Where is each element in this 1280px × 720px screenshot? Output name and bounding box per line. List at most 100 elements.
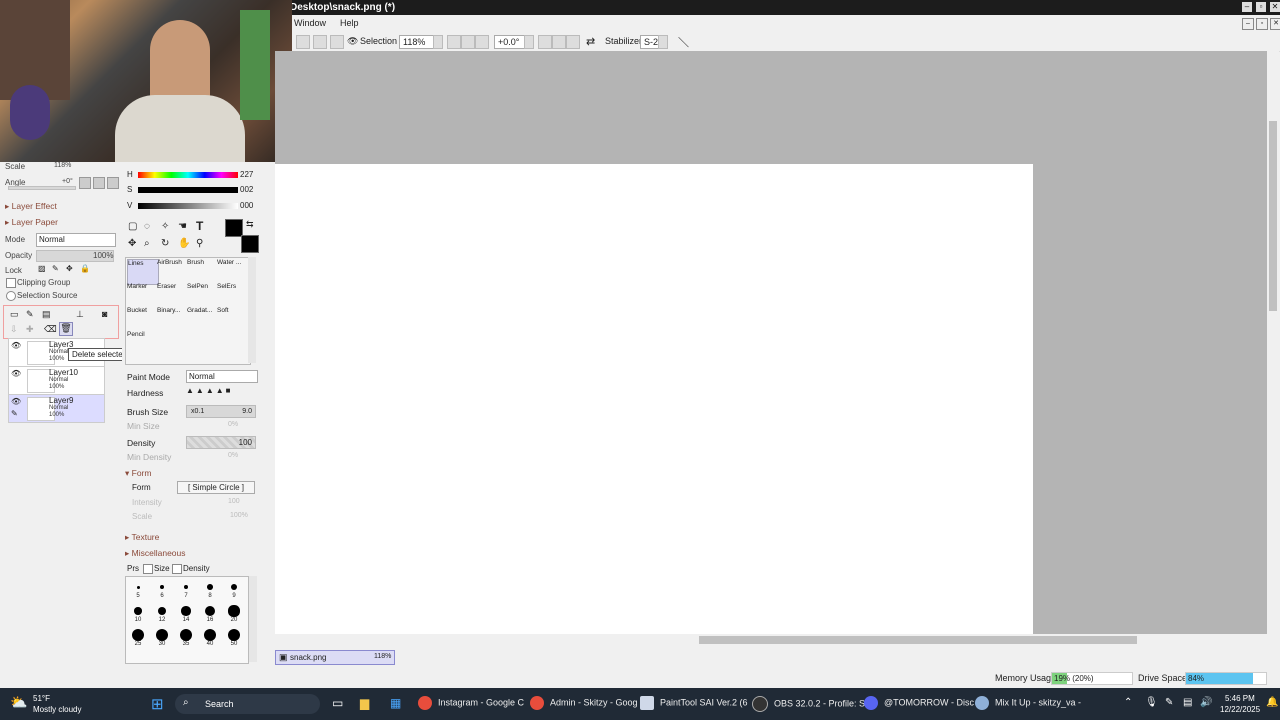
brush-size-dot[interactable] [180, 629, 192, 641]
toolbar-button[interactable] [313, 35, 327, 49]
brush-soft[interactable]: Soft [217, 307, 247, 331]
menu-help[interactable]: Help [340, 18, 359, 28]
hand-scroll-icon[interactable]: ✋ [178, 238, 190, 249]
move-icon[interactable]: ✥ [128, 238, 136, 249]
rotate-button[interactable] [93, 177, 105, 189]
menu-window[interactable]: Window [294, 18, 326, 28]
brush-selers[interactable]: SelErs [217, 283, 247, 307]
density-pressure-checkbox[interactable] [172, 564, 182, 574]
new-folder-icon[interactable]: ▤ [42, 309, 51, 320]
selection-toggle-label[interactable]: Selection [360, 36, 397, 46]
rect-select-icon[interactable]: ▢ [128, 221, 137, 232]
brush-size-dot[interactable] [228, 629, 240, 641]
hardness-selector[interactable]: ▲▲▲▲■ [186, 386, 254, 397]
text-tool-icon[interactable]: T [196, 219, 203, 233]
brush-binary[interactable]: Binary... [157, 307, 187, 331]
combine-icon[interactable]: ✚ [26, 324, 34, 335]
horizontal-scrollbar[interactable] [275, 634, 1267, 646]
doc-minimize-button[interactable]: – [1242, 18, 1254, 30]
minimize-button[interactable]: – [1242, 2, 1252, 12]
paint-mode-select[interactable]: Normal [186, 370, 258, 383]
taskbar-app-discord[interactable]: @TOMORROW - Disc [864, 696, 974, 712]
weather-desc[interactable]: Mostly cloudy [33, 705, 81, 714]
brush-size-slider[interactable]: x0.1 9.0 [186, 405, 256, 418]
file-explorer-icon[interactable]: ▆ [360, 696, 369, 710]
eyedropper-icon[interactable]: ⚲ [196, 238, 203, 249]
zoom-out-button[interactable] [447, 35, 461, 49]
zoom-field[interactable]: 118% [399, 35, 434, 49]
network-icon[interactable]: ▤ [1183, 697, 1192, 708]
horizontal-scroll-thumb[interactable] [699, 636, 1137, 644]
hue-slider[interactable] [138, 172, 238, 178]
notification-bell-icon[interactable]: 🔔 [1266, 697, 1278, 708]
zoom-in-button[interactable] [461, 35, 475, 49]
brush-size-dot[interactable] [157, 606, 167, 616]
drawing-canvas[interactable] [275, 164, 1033, 634]
new-layer-icon[interactable]: ▭ [10, 309, 19, 320]
brush-size-dot[interactable] [204, 605, 216, 617]
store-icon[interactable]: ▦ [390, 696, 401, 710]
brush-gradation[interactable]: Gradat... [187, 307, 217, 331]
zoom-icon[interactable]: ⌕ [144, 238, 150, 249]
toolbar-button[interactable] [296, 35, 310, 49]
toolbar-button[interactable] [330, 35, 344, 49]
tray-chevron-icon[interactable]: ⌃ [1124, 697, 1132, 708]
brush-size-dot[interactable] [228, 605, 240, 617]
secondary-color-swatch[interactable] [241, 235, 259, 253]
clock-date[interactable]: 12/22/2025 [1220, 705, 1260, 714]
clock-time[interactable]: 5:46 PM [1225, 694, 1255, 703]
lock-move-icon[interactable]: ✥ [66, 264, 73, 273]
layer-row[interactable]: 👁 Layer10 Normal 100% [8, 366, 105, 395]
angle-slider[interactable] [8, 186, 76, 190]
lasso-icon[interactable]: ◌ [144, 221, 150, 232]
brush-size-dot[interactable] [132, 629, 144, 641]
saturation-slider[interactable] [138, 187, 238, 193]
rotate-left-button[interactable] [538, 35, 552, 49]
maximize-button[interactable]: ▫ [1256, 2, 1266, 12]
pen-tray-icon[interactable]: ✎ [1165, 697, 1173, 708]
brush-marker[interactable]: Marker [127, 283, 157, 307]
rotate-icon[interactable]: ↻ [161, 238, 169, 249]
delete-layer-icon[interactable]: 🗑 [59, 322, 73, 336]
search-box[interactable]: ⌕ Search [175, 694, 320, 714]
close-button[interactable]: ✕ [1270, 2, 1280, 12]
layer-paper-section[interactable]: ▸ Layer Paper [5, 217, 58, 228]
selection-source-checkbox[interactable] [6, 291, 16, 301]
layer-mask-icon[interactable]: ◙ [102, 309, 107, 319]
rotate-right-button[interactable] [552, 35, 566, 49]
zoom-reset-button[interactable] [475, 35, 489, 49]
visibility-eye-icon[interactable]: 👁 [11, 341, 21, 350]
doc-close-button[interactable]: ✕ [1270, 18, 1280, 30]
layer-row-selected[interactable]: 👁 ✎ Layer9 Normal 100% [8, 394, 105, 423]
taskbar-app-instagram[interactable]: Instagram - Google C [418, 696, 524, 712]
brush-airbrush[interactable]: AirBrush [157, 259, 187, 283]
windows-start-icon[interactable]: ⊞ [151, 695, 164, 713]
brush-size-dot[interactable] [204, 629, 216, 641]
brush-size-dot[interactable] [136, 585, 140, 589]
hand-icon[interactable]: ☚ [178, 221, 187, 232]
brush-size-dot[interactable] [181, 606, 191, 616]
merge-down-icon[interactable]: ⇩ [10, 324, 18, 335]
blend-mode-select[interactable]: Normal [36, 233, 116, 247]
brush-size-dot[interactable] [160, 585, 164, 589]
rotate-reset-button[interactable] [566, 35, 580, 49]
brush-size-dot[interactable] [156, 629, 168, 641]
rotation-dropdown-icon[interactable] [524, 35, 534, 49]
form-section[interactable]: ▾ Form [125, 468, 151, 479]
microphone-icon[interactable]: 🎙 [1145, 697, 1158, 708]
taskbar-app-painttool[interactable]: PaintTool SAI Ver.2 (6 [640, 696, 748, 712]
size-grid-scrollbar[interactable] [249, 576, 257, 662]
clipping-group-checkbox[interactable] [6, 278, 16, 288]
brush-lines[interactable]: Lines [127, 259, 159, 285]
value-slider[interactable] [138, 203, 238, 209]
weather-temp[interactable]: 51°F [33, 694, 50, 703]
line-tool-icon[interactable]: ＼ [678, 34, 689, 50]
task-view-icon[interactable]: ▭ [332, 696, 343, 710]
misc-section[interactable]: ▸ Miscellaneous [125, 548, 186, 559]
stabilizer-dropdown-icon[interactable] [658, 35, 668, 49]
weather-icon[interactable]: ⛅ [10, 694, 27, 711]
clear-layer-icon[interactable]: ⌫ [44, 324, 57, 335]
rotation-field[interactable]: +0.0° [494, 35, 525, 49]
vertical-scrollbar[interactable] [1267, 51, 1279, 634]
swap-colors-icon[interactable]: ⇆ [246, 219, 254, 230]
